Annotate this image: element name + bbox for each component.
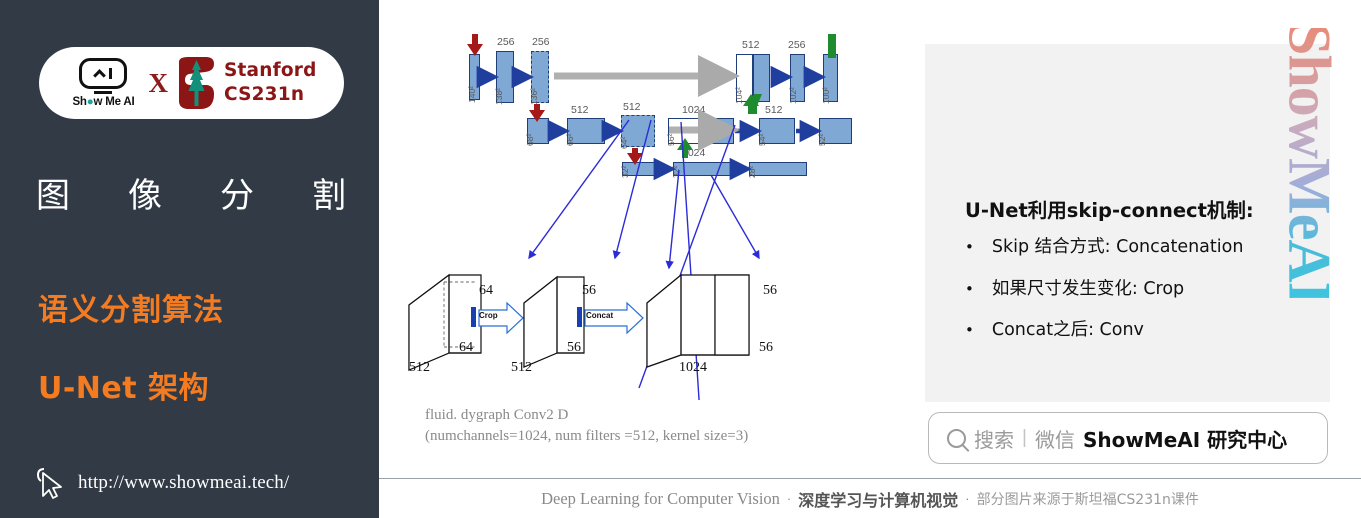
- cursor-icon: [36, 468, 62, 499]
- showmeai-watermark: ShowMeAI: [1285, 28, 1333, 298]
- footer-sep-2: ·: [965, 491, 970, 506]
- showmeai-logo: Sh●w Me AI: [66, 58, 140, 108]
- subtitle-primary: 语义分割算法: [38, 293, 224, 328]
- info-panel-title: U-Net利用skip-connect机制:: [965, 199, 1254, 222]
- search-icon: [947, 428, 966, 448]
- info-bullet-3: • Concat之后: Conv: [965, 316, 1144, 341]
- box1-height-label: 64: [479, 283, 493, 298]
- footer-chinese-bold: 深度学习与计算机视觉: [798, 490, 959, 510]
- info-bullet-1: • Skip 结合方式: Concatenation: [965, 233, 1243, 258]
- wechat-search-box[interactable]: 搜索 | 微信 ShowMeAI 研究中心: [928, 412, 1328, 464]
- code-caption: fluid. dygraph Conv2 D (numchannels=1024…: [425, 405, 895, 448]
- box3-height-label: 56: [763, 283, 777, 298]
- stanford-tree-icon: [178, 57, 214, 109]
- box1-depth-label: 512: [409, 360, 430, 375]
- page-title: 图 像 分 割: [36, 168, 346, 217]
- logo-pill: Sh●w Me AI X Stanford CS231n: [39, 47, 344, 119]
- sidebar: Sh●w Me AI X Stanford CS231n 图 像 分 割 语义分…: [0, 0, 379, 518]
- info-bullet-text-1: Skip 结合方式: Concatenation: [991, 237, 1244, 257]
- bar-icon: [108, 68, 112, 80]
- title-char-1: 像: [128, 176, 162, 216]
- concat-op-label: Concat: [586, 311, 614, 320]
- slide-root: Sh●w Me AI X Stanford CS231n 图 像 分 割 语义分…: [0, 0, 1361, 518]
- feature-volume-boxes: [408, 273, 750, 371]
- stanford-logo: Stanford CS231n: [176, 56, 317, 110]
- stanford-line-2: CS231n: [223, 84, 305, 105]
- search-brand: ShowMeAI 研究中心: [1082, 427, 1288, 452]
- box2-width-label: 56: [567, 340, 581, 355]
- box2-depth-label: 512: [511, 360, 532, 375]
- footer-chinese-small: 部分图片来源于斯坦福CS231n课件: [976, 491, 1199, 508]
- box1-width-label: 64: [459, 340, 473, 355]
- logo-neck: [94, 91, 113, 94]
- footer-sep-1: ·: [786, 491, 792, 506]
- caption-line-2: (numchannels=1024, num filters =512, ker…: [425, 428, 749, 445]
- bullet-marker-2: •: [965, 280, 974, 298]
- bullet-marker-1: •: [965, 238, 974, 256]
- watermark-text: ShowMeAI: [1285, 28, 1333, 298]
- crop-op-label: Crop: [479, 311, 498, 320]
- showmeai-logo-text: Sh●w Me AI: [72, 95, 135, 108]
- subtitle-secondary: U-Net 架构: [38, 371, 210, 406]
- box3-width-label: 56: [759, 340, 773, 355]
- title-char-3: 割: [312, 176, 346, 216]
- website-link[interactable]: http://www.showmeai.tech/: [36, 466, 289, 500]
- box3-depth-label: 1024: [679, 360, 707, 375]
- caption-line-1: fluid. dygraph Conv2 D: [425, 407, 569, 423]
- robot-face-icon: [79, 58, 128, 90]
- footer-english: Deep Learning for Computer Vision: [541, 488, 780, 508]
- unet-architecture-diagram: 140² 256 138² 256 136² 68² 512 66² 512 6…: [379, 0, 939, 400]
- cross-symbol: X: [148, 67, 168, 98]
- search-channel: 微信: [1034, 427, 1075, 452]
- title-char-0: 图: [36, 176, 70, 216]
- info-bullet-2: • 如果尺寸发生变化: Crop: [965, 275, 1184, 300]
- stanford-label: Stanford CS231n: [224, 59, 317, 106]
- info-panel: U-Net利用skip-connect机制: • Skip 结合方式: Conc…: [925, 44, 1330, 402]
- search-divider: |: [1022, 427, 1027, 448]
- chevron-up-icon: [93, 68, 106, 82]
- info-bullet-text-3: Concat之后: Conv: [991, 320, 1144, 340]
- info-bullet-text-2: 如果尺寸发生变化: Crop: [991, 279, 1185, 299]
- footer-bar: Deep Learning for Computer Vision · 深度学习…: [379, 478, 1361, 518]
- title-char-2: 分: [220, 176, 254, 216]
- box2-height-label: 56: [582, 283, 596, 298]
- website-url-text: http://www.showmeai.tech/: [78, 472, 290, 493]
- bullet-marker-3: •: [965, 321, 974, 339]
- search-placeholder: 搜索: [974, 427, 1014, 452]
- stanford-line-1: Stanford: [223, 60, 317, 82]
